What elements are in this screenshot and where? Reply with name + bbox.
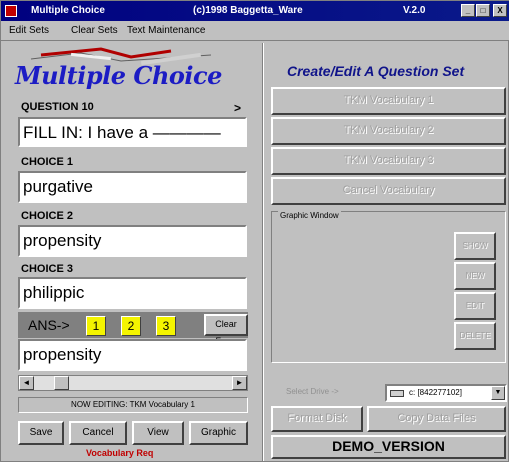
choice-1-label: CHOICE 1 bbox=[21, 156, 73, 168]
cancel-button[interactable]: Cancel bbox=[69, 421, 127, 445]
vocabulary-required-text: Vocabulary Req bbox=[86, 448, 154, 458]
menu-edit-sets[interactable]: Edit Sets bbox=[9, 25, 49, 36]
answer-field[interactable]: propensity bbox=[18, 339, 247, 371]
dropdown-arrow-icon[interactable]: ▼ bbox=[491, 386, 505, 400]
drive-value: c: [842277102] bbox=[409, 388, 462, 397]
vocab-3-button[interactable]: TKM Vocabulary 3 bbox=[271, 147, 506, 175]
choice-2-label: CHOICE 2 bbox=[21, 210, 73, 222]
answer-row: ANS-> 1 2 3 Clear Form bbox=[18, 312, 248, 346]
close-button[interactable]: X bbox=[493, 4, 507, 17]
question-field[interactable]: FILL IN: I have a ———— bbox=[18, 117, 247, 147]
right-panel-title: Create/Edit A Question Set bbox=[287, 63, 465, 79]
drive-select[interactable]: c: [842277102] ▼ bbox=[385, 384, 507, 402]
scroll-thumb[interactable] bbox=[54, 376, 69, 390]
graphic-new-button[interactable]: NEW bbox=[454, 262, 496, 290]
version-text: V.2.0 bbox=[403, 5, 426, 16]
choice-3-label: CHOICE 3 bbox=[21, 263, 73, 275]
choice-1-field[interactable]: purgative bbox=[18, 171, 247, 203]
app-title: Multiple Choice bbox=[31, 5, 105, 16]
graphic-window: Graphic Window SHOW NEW EDIT DELETE bbox=[271, 211, 506, 363]
menu-clear-sets[interactable]: Clear Sets bbox=[71, 25, 118, 36]
answer-1-button[interactable]: 1 bbox=[86, 316, 106, 336]
menu-text-maintenance[interactable]: Text Maintenance bbox=[127, 25, 205, 36]
save-button[interactable]: Save bbox=[18, 421, 64, 445]
vocab-2-button[interactable]: TKM Vocabulary 2 bbox=[271, 117, 506, 145]
graphic-window-label: Graphic Window bbox=[278, 211, 341, 220]
logo: Multiple Choice bbox=[11, 47, 231, 91]
demo-version-button[interactable]: DEMO_VERSION bbox=[271, 435, 506, 459]
clear-form-button[interactable]: Clear Form bbox=[204, 314, 248, 346]
status-bar: NOW EDITING: TKM Vocabulary 1 bbox=[18, 397, 248, 413]
panel-divider bbox=[262, 43, 264, 461]
graphic-show-button[interactable]: SHOW bbox=[454, 232, 496, 260]
menu-bar: Edit Sets Clear Sets Text Maintenance bbox=[1, 21, 509, 41]
format-disk-button[interactable]: Format Disk bbox=[271, 406, 363, 432]
title-bar: Multiple Choice (c)1998 Baggetta_Ware V.… bbox=[1, 1, 509, 21]
choice-2-field[interactable]: propensity bbox=[18, 225, 247, 257]
minimize-button[interactable]: _ bbox=[461, 4, 475, 17]
question-scrollbar[interactable]: ◄ ► bbox=[18, 375, 248, 391]
next-question-arrow[interactable]: > bbox=[234, 101, 241, 115]
logo-text: Multiple Choice bbox=[15, 61, 222, 90]
answer-label: ANS-> bbox=[28, 317, 70, 333]
main-window: Multiple Choice (c)1998 Baggetta_Ware V.… bbox=[0, 0, 509, 462]
app-icon[interactable] bbox=[5, 5, 17, 17]
select-drive-label: Select Drive -> bbox=[286, 387, 339, 396]
choice-3-field[interactable]: philippic bbox=[18, 277, 247, 309]
scroll-right-arrow-icon[interactable]: ► bbox=[232, 376, 247, 390]
graphic-delete-button[interactable]: DELETE bbox=[454, 322, 496, 350]
answer-2-button[interactable]: 2 bbox=[121, 316, 141, 336]
graphic-button[interactable]: Graphic bbox=[189, 421, 248, 445]
copy-data-files-button[interactable]: Copy Data Files bbox=[367, 406, 506, 432]
drive-icon bbox=[390, 390, 404, 397]
answer-3-button[interactable]: 3 bbox=[156, 316, 176, 336]
vocab-1-button[interactable]: TKM Vocabulary 1 bbox=[271, 87, 506, 115]
maximize-button[interactable]: □ bbox=[476, 4, 490, 17]
scroll-left-arrow-icon[interactable]: ◄ bbox=[19, 376, 34, 390]
graphic-edit-button[interactable]: EDIT bbox=[454, 292, 496, 320]
copyright-text: (c)1998 Baggetta_Ware bbox=[193, 5, 303, 16]
view-button[interactable]: View bbox=[132, 421, 184, 445]
question-label: QUESTION 10 bbox=[21, 101, 94, 113]
cancel-vocabulary-button[interactable]: Cancel Vocabulary bbox=[271, 177, 506, 205]
